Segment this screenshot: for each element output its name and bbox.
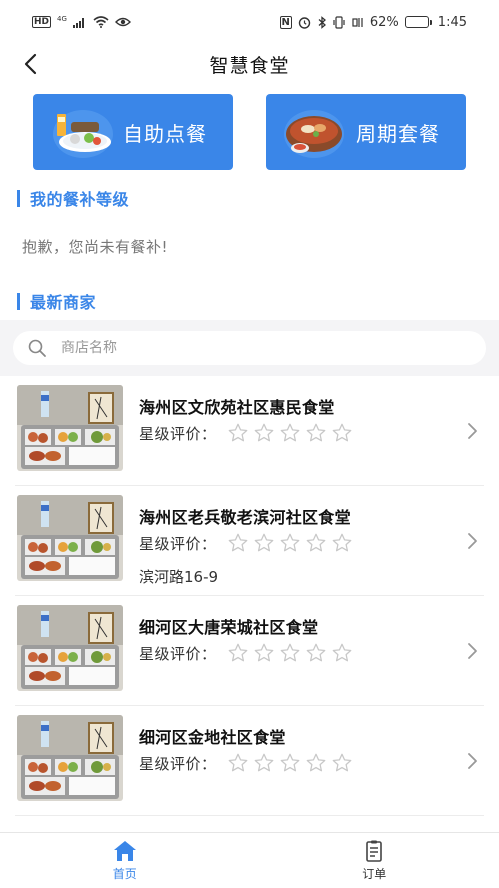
chevron-right-icon — [468, 533, 477, 549]
shop-list: 海州区文欣苑社区惠民食堂 星级评价： 海州区老兵敬老滨河社区食堂 星级评价： 滨… — [0, 376, 499, 816]
shop-list-item[interactable]: 细河区金地社区食堂 星级评价： — [15, 706, 484, 816]
search-area — [0, 320, 499, 376]
search-input[interactable] — [61, 340, 441, 356]
star-icon — [332, 423, 351, 442]
star-icon — [280, 643, 299, 662]
bluetooth-icon — [318, 15, 326, 29]
star-icon — [254, 643, 273, 662]
shop-name: 海州区文欣苑社区惠民食堂 — [139, 398, 335, 417]
shop-list-item[interactable]: 海州区文欣苑社区惠民食堂 星级评价： — [15, 376, 484, 486]
shop-list-item[interactable]: 细河区大唐荣城社区食堂 星级评价： — [15, 596, 484, 706]
feature-row: 自助点餐 周期套餐 — [33, 94, 466, 170]
shop-list-item[interactable]: 海州区老兵敬老滨河社区食堂 星级评价： 滨河路16-9 — [15, 486, 484, 596]
star-icon — [280, 533, 299, 552]
shop-name: 细河区大唐荣城社区食堂 — [139, 618, 319, 637]
star-icon — [254, 423, 273, 442]
period-meal-label: 周期套餐 — [356, 121, 440, 146]
page-title: 智慧食堂 — [209, 54, 290, 77]
shop-thumbnail — [17, 715, 123, 801]
star-icon — [228, 753, 247, 772]
tab-home-label: 首页 — [112, 867, 137, 881]
shop-rating: 星级评价： — [139, 642, 353, 664]
alarm-icon — [298, 16, 311, 29]
subsidy-section-header: 我的餐补等级 — [17, 186, 129, 210]
shop-thumbnail — [17, 385, 123, 471]
rating-label: 星级评价： — [139, 644, 217, 663]
vibrate-icon — [333, 15, 345, 29]
star-icon — [306, 533, 325, 552]
star-rating — [227, 422, 353, 444]
star-rating — [227, 532, 353, 554]
star-icon — [332, 533, 351, 552]
shop-thumbnail — [17, 605, 123, 691]
nfc-icon: N — [279, 15, 292, 29]
star-icon — [332, 643, 351, 662]
star-icon — [280, 753, 299, 772]
hotpot-icon — [284, 110, 344, 158]
section-marker — [17, 292, 20, 310]
shop-name: 海州区老兵敬老滨河社区食堂 — [139, 508, 351, 527]
self-order-label: 自助点餐 — [123, 121, 207, 146]
shop-rating: 星级评价： — [139, 422, 353, 444]
order-clipboard-icon — [366, 840, 383, 862]
wifi-icon — [93, 16, 109, 28]
status-left: HD 4G — [32, 15, 131, 28]
star-icon — [228, 423, 247, 442]
status-bar: HD 4G N 62% 1:45 — [0, 0, 499, 44]
network-type: 4G — [57, 15, 67, 23]
tab-bar: 首页 订单 — [0, 832, 499, 888]
status-right: N 62% 1:45 — [279, 14, 467, 30]
subsidy-title: 我的餐补等级 — [30, 190, 130, 209]
chevron-left-icon — [24, 53, 37, 75]
tab-orders[interactable]: 订单 — [250, 833, 499, 888]
star-icon — [280, 423, 299, 442]
star-icon — [306, 753, 325, 772]
star-icon — [228, 643, 247, 662]
hd-badge: HD — [32, 16, 52, 28]
eye-icon — [114, 17, 131, 27]
battery-icon — [404, 16, 432, 28]
merchants-section-header: 最新商家 — [17, 289, 96, 313]
mute-icon — [352, 17, 363, 27]
star-rating — [227, 752, 353, 774]
shop-name: 细河区金地社区食堂 — [139, 728, 286, 747]
search-box[interactable] — [13, 331, 486, 365]
rating-label: 星级评价： — [139, 534, 217, 553]
merchants-title: 最新商家 — [30, 293, 97, 312]
shop-address: 滨河路16-9 — [139, 568, 219, 586]
star-icon — [254, 533, 273, 552]
shop-rating: 星级评价： — [139, 532, 353, 554]
meal-tray-icon — [53, 110, 113, 158]
shop-thumbnail — [17, 495, 123, 581]
section-marker — [17, 189, 20, 207]
star-icon — [254, 753, 273, 772]
chevron-right-icon — [468, 643, 477, 659]
subsidy-empty-text: 抱歉，您尚未有餐补! — [22, 238, 169, 256]
nav-bar: 智慧食堂 — [0, 44, 499, 84]
tab-orders-label: 订单 — [362, 867, 387, 881]
tab-home[interactable]: 首页 — [0, 833, 250, 888]
battery-percent: 62% — [369, 14, 399, 30]
star-icon — [306, 423, 325, 442]
star-rating — [227, 642, 353, 664]
chevron-right-icon — [468, 753, 477, 769]
signal-icon — [72, 18, 84, 28]
shop-rating: 星级评价： — [139, 752, 353, 774]
rating-label: 星级评价： — [139, 424, 217, 443]
home-icon — [113, 841, 136, 861]
period-meal-button[interactable]: 周期套餐 — [266, 94, 466, 170]
star-icon — [306, 643, 325, 662]
back-button[interactable] — [14, 48, 46, 80]
rating-label: 星级评价： — [139, 754, 217, 773]
chevron-right-icon — [468, 423, 477, 439]
star-icon — [332, 753, 351, 772]
star-icon — [228, 533, 247, 552]
search-icon — [28, 339, 46, 357]
self-order-button[interactable]: 自助点餐 — [33, 94, 233, 170]
clock: 1:45 — [437, 14, 467, 30]
